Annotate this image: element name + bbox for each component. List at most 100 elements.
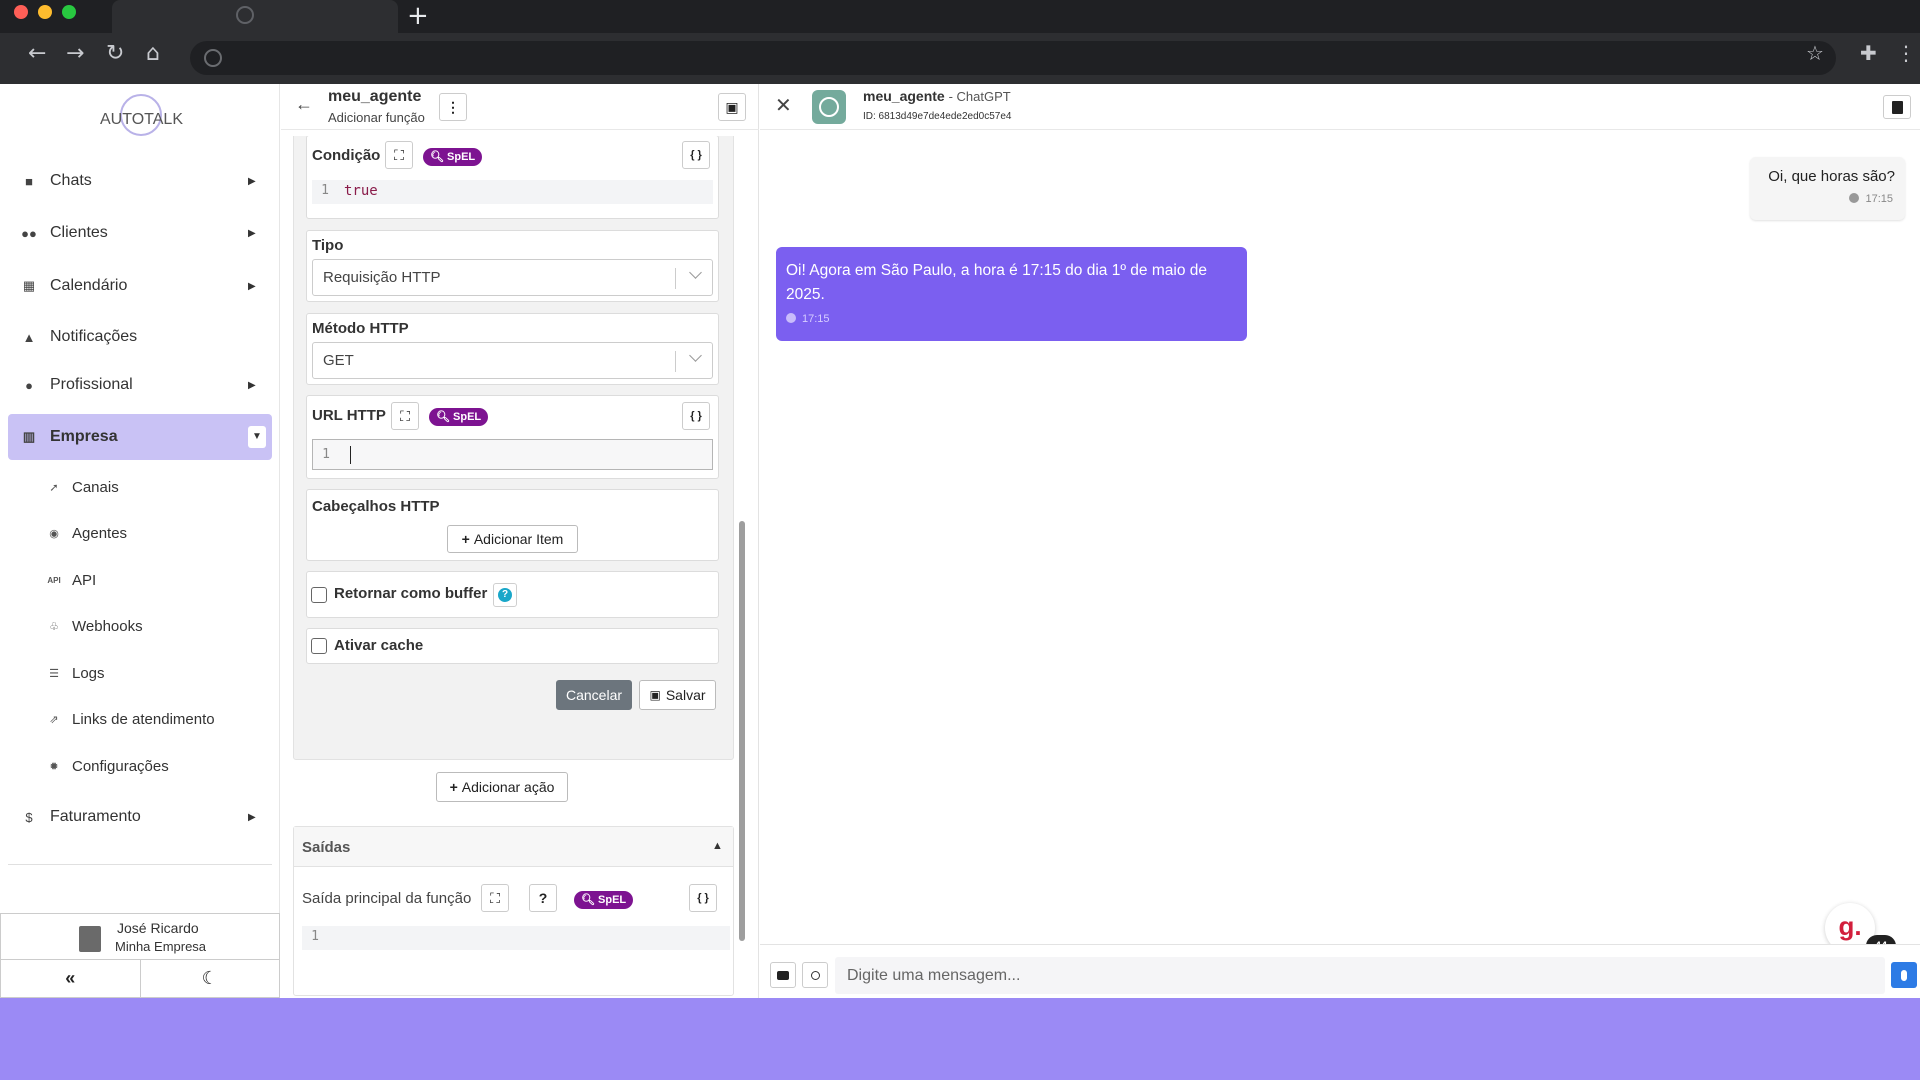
sidebar-item-clientes[interactable]: ●● Clientes ▶ xyxy=(8,211,272,255)
type-select[interactable]: Requisição HTTP xyxy=(312,259,713,296)
editor-scroll-area[interactable]: Condição ⛶ 🔍︎ SpEL { } 1 true Tipo Requi… xyxy=(293,136,747,996)
maximize-window-button[interactable] xyxy=(62,5,76,19)
menu-icon[interactable]: ⋮ xyxy=(1896,41,1916,65)
sidebar-sub-item-label: Agentes xyxy=(72,524,128,542)
extensions-icon[interactable]: ✚ xyxy=(1860,41,1877,65)
chat-icon: ■ xyxy=(25,173,33,189)
condition-label: Condição xyxy=(312,147,381,164)
cache-checkbox[interactable] xyxy=(311,638,327,654)
cancel-button[interactable]: Cancelar xyxy=(556,680,632,710)
delete-chat-button[interactable] xyxy=(1883,95,1911,119)
url-card: URL HTTP ⛶ 🔍︎ SpEL { } 1 xyxy=(306,395,719,479)
type-select-value: Requisição HTTP xyxy=(323,269,441,286)
sidebar-item-label: Faturamento xyxy=(50,808,141,825)
calendar-icon: ▦ xyxy=(22,278,36,293)
more-options-button[interactable]: ⋮ xyxy=(439,93,467,121)
chat-agent-name: meu_agente - ChatGPT xyxy=(863,88,1011,104)
globe-icon xyxy=(236,6,254,24)
sidebar-item-profissional[interactable]: ● Profissional ▶ xyxy=(8,363,272,407)
expand-icon[interactable]: ⛶ xyxy=(385,141,413,169)
sidebar-item-empresa[interactable]: ▥ Empresa ▼ xyxy=(8,414,272,460)
sidebar-sub-item-api[interactable]: API API xyxy=(46,562,96,598)
add-action-label: Adicionar ação xyxy=(461,779,555,795)
sidebar-sub-item-label: Canais xyxy=(72,478,119,496)
method-select[interactable]: GET xyxy=(312,342,713,379)
output-code-editor[interactable]: 1 xyxy=(302,926,730,950)
editor-scrollbar[interactable] xyxy=(739,521,745,941)
message-input[interactable] xyxy=(835,957,1885,994)
buffer-checkbox[interactable] xyxy=(311,587,327,603)
external-link-icon: ⇗ xyxy=(49,713,59,726)
editor-content: Condição ⛶ 🔍︎ SpEL { } 1 true Tipo Requi… xyxy=(293,136,734,996)
new-tab-button[interactable]: + xyxy=(407,2,429,30)
line-number: 1 xyxy=(321,183,329,198)
sidebar-item-label: Calendário xyxy=(50,277,128,294)
add-item-button[interactable]: + Adicionar Item xyxy=(447,525,578,553)
minimize-window-button[interactable] xyxy=(38,5,52,19)
star-icon[interactable]: ☆ xyxy=(1806,41,1824,65)
sidebar-sub-item-links[interactable]: ⇗ Links de atendimento xyxy=(46,701,214,737)
logo[interactable]: AUTOTALK xyxy=(100,94,183,142)
condition-code-editor[interactable]: 1 true xyxy=(312,180,713,204)
help-button[interactable]: ? xyxy=(529,884,557,912)
cache-label: Ativar cache xyxy=(334,637,424,654)
url-code-editor[interactable]: 1 xyxy=(312,439,713,470)
caret-right-icon: ▶ xyxy=(248,227,256,239)
sidebar-sub-item-canais[interactable]: ➚ Canais xyxy=(46,469,119,505)
sidebar-item-notificacoes[interactable]: ▲ Notificações xyxy=(8,315,272,359)
headers-label: Cabeçalhos HTTP xyxy=(312,498,440,515)
cancel-label: Cancelar xyxy=(565,687,623,703)
camera-button[interactable] xyxy=(770,962,796,988)
save-button[interactable]: ▣ Salvar xyxy=(639,680,716,710)
close-window-button[interactable] xyxy=(14,5,28,19)
editor-header: ← meu_agente Adicionar função ⋮ ▣ xyxy=(281,84,759,130)
back-arrow-icon[interactable]: ← xyxy=(295,94,313,115)
collapse-sidebar-button[interactable]: « xyxy=(1,960,141,997)
reload-icon[interactable]: ↻ xyxy=(106,41,124,66)
type-label: Tipo xyxy=(312,237,344,254)
sidebar-sub-item-agentes[interactable]: ◉ Agentes xyxy=(46,515,127,551)
attach-button[interactable] xyxy=(802,962,828,988)
expand-icon[interactable]: ⛶ xyxy=(481,884,509,912)
code-braces-icon[interactable]: { } xyxy=(682,141,710,169)
microphone-button[interactable] xyxy=(1891,962,1917,988)
spel-badge: 🔍︎ SpEL xyxy=(429,408,489,426)
home-icon[interactable]: ⌂ xyxy=(146,41,160,66)
code-braces-icon[interactable]: { } xyxy=(689,884,717,912)
close-icon[interactable]: ✕ xyxy=(775,93,792,118)
main-output-label: Saída principal da função xyxy=(302,890,472,907)
plus-icon: + xyxy=(461,531,470,547)
sidebar-item-label: Profissional xyxy=(50,376,133,393)
user-profile[interactable]: José Ricardo Minha Empresa xyxy=(0,913,280,960)
message-time-text: 17:15 xyxy=(1865,193,1893,205)
method-card: Método HTTP GET xyxy=(306,313,719,385)
sidebar-item-faturamento[interactable]: $ Faturamento ▶ xyxy=(8,795,272,839)
sidebar-item-chats[interactable]: ■ Chats ▶ xyxy=(8,159,272,203)
save-icon-button[interactable]: ▣ xyxy=(718,93,746,121)
sidebar-sub-item-label: API xyxy=(72,571,97,589)
sidebar-sub-item-logs[interactable]: ☰ Logs xyxy=(46,655,104,691)
code-braces-icon[interactable]: { } xyxy=(682,402,710,430)
user-tie-icon: ● xyxy=(25,377,33,393)
sidebar-sub-item-configuracoes[interactable]: ✹ Configurações xyxy=(46,748,168,784)
dark-mode-toggle[interactable]: ☾ xyxy=(141,960,280,997)
camera-icon xyxy=(777,970,789,980)
message-text: Oi! Agora em São Paulo, a hora é 17:15 d… xyxy=(786,262,1207,303)
help-button[interactable]: ? xyxy=(493,583,517,607)
add-action-button[interactable]: + Adicionar ação xyxy=(436,772,568,802)
line-number: 1 xyxy=(311,929,319,944)
sidebar-sub-item-webhooks[interactable]: ♧ Webhooks xyxy=(46,608,143,644)
logo-text: AUTOTALK xyxy=(100,111,183,128)
back-icon[interactable]: ← xyxy=(28,41,46,66)
outputs-header[interactable]: Saídas ▲ xyxy=(294,827,733,867)
expand-icon[interactable]: ⛶ xyxy=(391,402,419,430)
add-item-label: Adicionar Item xyxy=(473,531,564,547)
chat-panel: ✕ meu_agente - ChatGPT ID: 6813d49e7de4e… xyxy=(760,84,1920,998)
address-bar[interactable] xyxy=(190,41,1836,75)
spel-badge: 🔍︎ SpEL xyxy=(423,148,483,166)
browser-tab[interactable] xyxy=(112,0,398,33)
sidebar-item-calendario[interactable]: ▦ Calendário ▶ xyxy=(8,264,272,308)
buffer-card: Retornar como buffer ? xyxy=(306,571,719,618)
webhook-icon: ♧ xyxy=(49,620,59,633)
forward-icon[interactable]: → xyxy=(66,41,84,66)
